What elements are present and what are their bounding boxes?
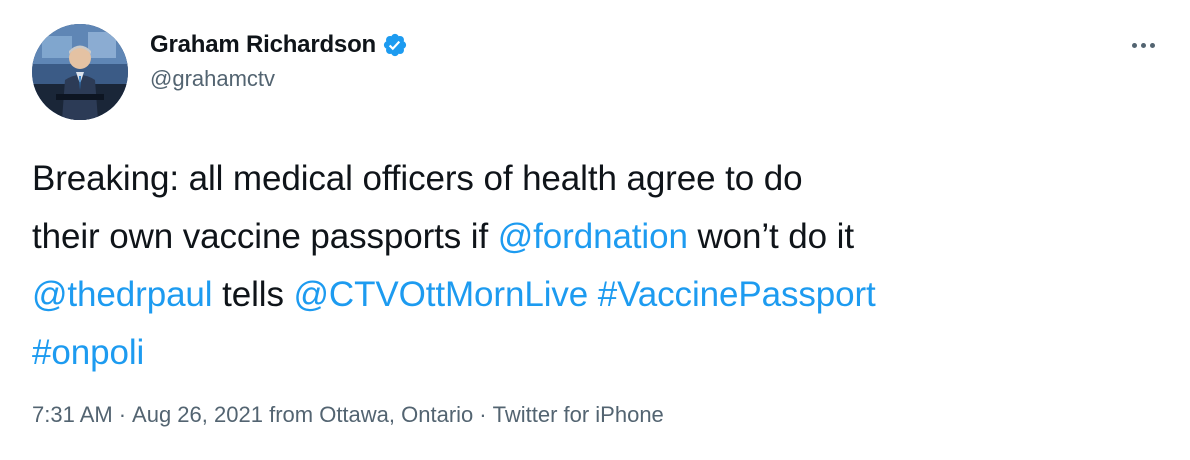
tweet-date[interactable]: Aug 26, 2021 — [132, 402, 263, 427]
tweet-text-line: #onpoli — [32, 324, 1162, 382]
tweet-text: Breaking: all medical officers of health… — [32, 150, 1162, 382]
meta-separator: · — [479, 402, 487, 427]
author-handle[interactable]: @grahamctv — [150, 66, 408, 92]
tweet-location[interactable]: Ottawa, Ontario — [319, 402, 473, 427]
location-prefix: from — [269, 402, 320, 427]
tweet-time[interactable]: 7:31 AM — [32, 402, 113, 427]
author-display-name[interactable]: Graham Richardson — [150, 31, 376, 59]
author-name-row: Graham Richardson — [150, 28, 408, 62]
tweet-text-line: Breaking: all medical officers of health… — [32, 150, 1162, 208]
meta-separator: · — [118, 402, 127, 427]
avatar-photo — [32, 24, 128, 120]
mention-link[interactable]: @fordnation — [498, 217, 688, 256]
mention-link[interactable]: @thedrpaul — [32, 275, 213, 314]
more-options-icon[interactable] — [1126, 30, 1160, 60]
hashtag-link[interactable]: #VaccinePassport — [598, 275, 876, 314]
tweet-text-line: their own vaccine passports if @fordnati… — [32, 208, 1162, 266]
hashtag-link[interactable]: #onpoli — [32, 333, 144, 372]
tweet-text-segment: Breaking: all medical officers of health… — [32, 159, 803, 198]
author-avatar[interactable] — [32, 24, 128, 120]
verified-badge-icon — [382, 32, 408, 58]
tweet-text-segment: their own vaccine passports if — [32, 217, 498, 256]
tweet-text-segment: tells — [212, 275, 294, 314]
tweet-text-segment: won’t do it — [687, 217, 854, 256]
mention-link[interactable]: @CTVOttMornLive — [293, 275, 588, 314]
author-info: Graham Richardson @grahamctv — [150, 28, 408, 92]
tweet-source[interactable]: Twitter for iPhone — [493, 402, 664, 427]
tweet-card: Graham Richardson @grahamctv Breaking: a… — [0, 0, 1190, 460]
tweet-metadata: 7:31 AM · Aug 26, 2021 from Ottawa, Ontari… — [32, 402, 664, 428]
tweet-text-segment — [588, 275, 598, 314]
tweet-text-line: @thedrpaul tells @CTVOttMornLive #Vaccin… — [32, 266, 1162, 324]
